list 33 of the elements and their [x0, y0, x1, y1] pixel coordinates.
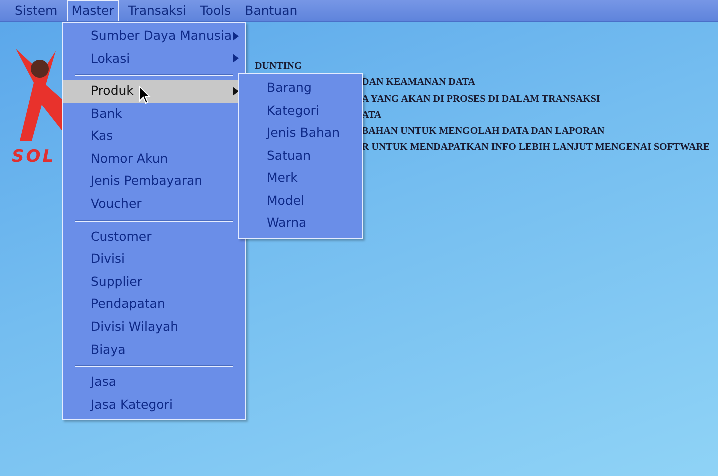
menu-item[interactable]: Nomor Akun [63, 148, 237, 171]
menu-item[interactable]: Jenis Pembayaran [63, 170, 237, 194]
menu-item[interactable]: Kas [63, 125, 237, 148]
menu-item[interactable]: Merk [239, 167, 362, 190]
background-text-line: BAHAN UNTUK MENGOLAH DATA DAN LAPORAN [362, 125, 606, 140]
menu-item[interactable]: Divisi [63, 248, 237, 271]
background-heading: DUNTING [255, 60, 304, 74]
menubar-item[interactable]: Master [66, 0, 120, 21]
menu-item[interactable]: Supplier [63, 270, 237, 294]
menubar-item[interactable]: Tools [195, 0, 236, 22]
menu-item[interactable]: Voucher [63, 193, 237, 216]
menubar-item[interactable]: Sistem [10, 0, 63, 22]
menu-item[interactable]: Warna [239, 212, 362, 236]
menu-item[interactable]: Customer [63, 226, 237, 248]
menu-item[interactable]: Pendapatan [63, 294, 237, 316]
menu-item[interactable]: Biaya [63, 338, 237, 362]
background-text-line: ATA [362, 108, 383, 123]
menu-item[interactable]: Model [239, 190, 362, 213]
menubar-item[interactable]: Bantuan [240, 0, 303, 22]
background-text-line: DAN KEAMANAN DATA [362, 76, 477, 90]
background-text-line: R UNTUK MENDAPATKAN INFO LEBIH LANJUT MENGENAI SOFTWARE [362, 141, 710, 156]
menu-item[interactable]: Divisi Wilayah [63, 316, 237, 339]
menu-item[interactable]: Jasa Kategori [63, 394, 237, 416]
menu-item[interactable]: Lokasi [63, 48, 245, 70]
menu-item[interactable]: Jasa [63, 371, 237, 394]
menu-item[interactable]: Bank [63, 102, 237, 126]
mouse-pointer-icon [139, 86, 151, 105]
menu-item[interactable]: Sumber Daya Manusia [63, 25, 245, 48]
menubar-item[interactable]: Transaksi [123, 0, 192, 22]
menu-item[interactable]: Satuan [239, 144, 362, 168]
logo-text: SOL [12, 146, 57, 169]
background-text-line: A YANG AKAN DI PROSES DI DALAM TRANSAKSI [362, 92, 602, 107]
menu-item[interactable]: Jenis Bahan [239, 122, 362, 145]
